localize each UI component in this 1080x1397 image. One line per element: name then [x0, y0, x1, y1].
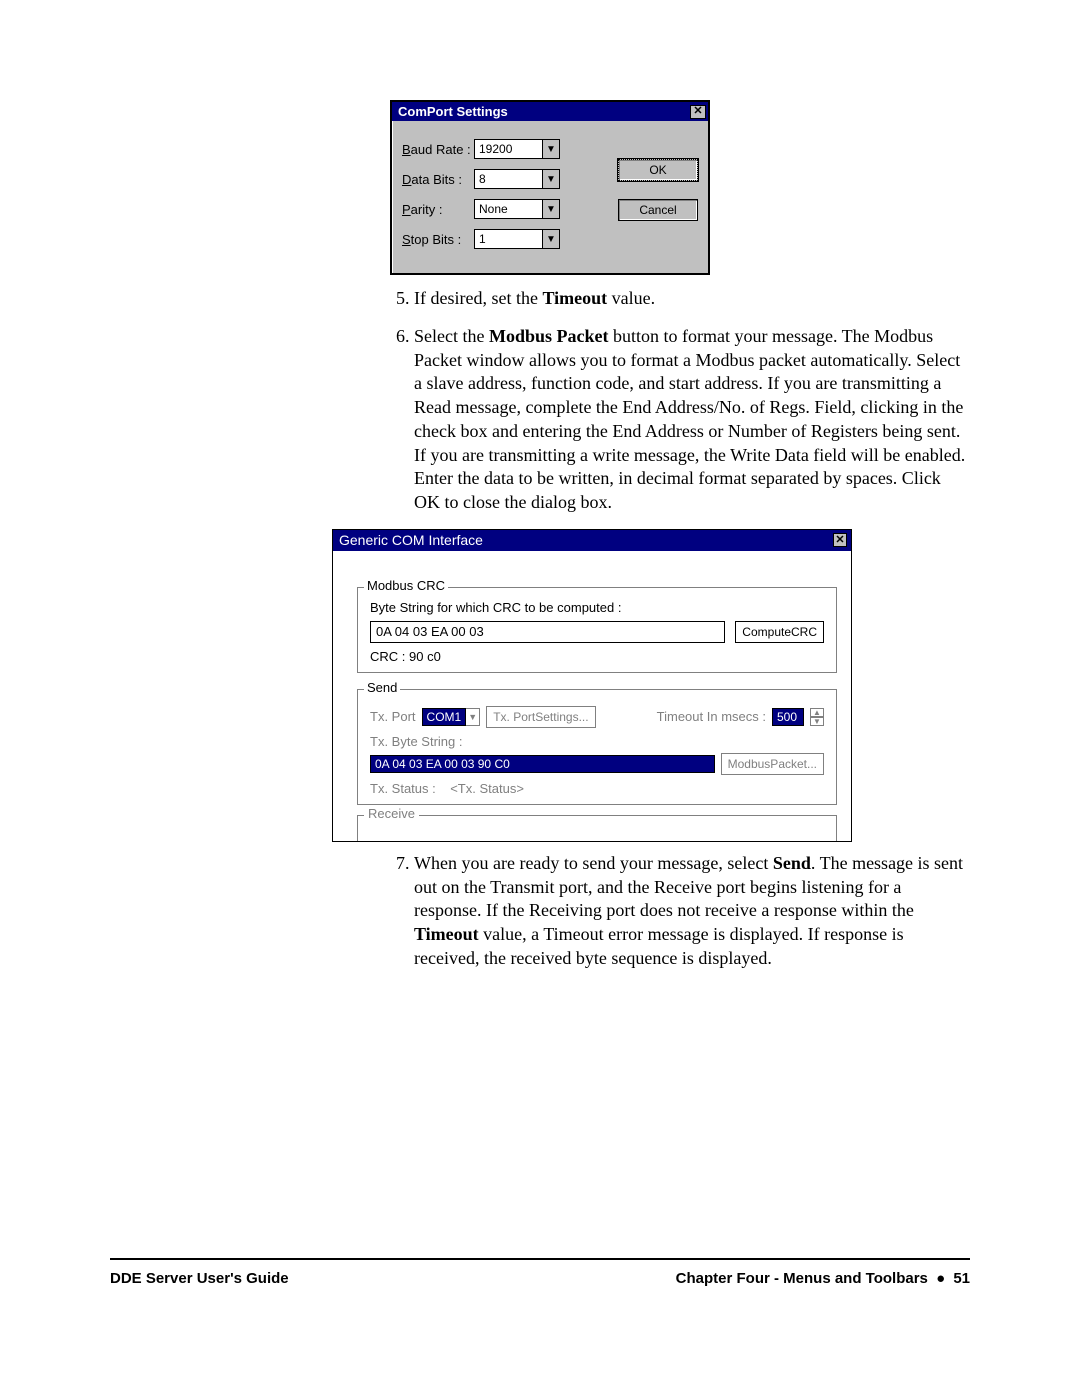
- receive-group: Receive: [357, 815, 837, 841]
- parity-input[interactable]: [474, 199, 542, 219]
- modbus-packet-button[interactable]: Modbus Packet...: [721, 753, 824, 775]
- group-legend: Modbus CRC: [364, 578, 448, 593]
- crc-result: CRC : 90 c0: [370, 649, 824, 664]
- chevron-down-icon[interactable]: ▼: [542, 229, 560, 249]
- chevron-down-icon[interactable]: ▼: [466, 708, 480, 726]
- chevron-down-icon[interactable]: ▼: [810, 717, 824, 726]
- tx-port-select[interactable]: COM1: [422, 708, 467, 726]
- timeout-label: Timeout In msecs :: [657, 709, 766, 724]
- footer-right: Chapter Four - Menus and Toolbars ● 51: [676, 1270, 970, 1287]
- dialog-titlebar[interactable]: ComPort Settings ✕: [392, 102, 708, 121]
- tx-byte-string-label: Tx. Byte String :: [370, 734, 824, 749]
- dialog-title: ComPort Settings: [398, 104, 508, 119]
- cancel-button[interactable]: Cancel: [618, 199, 698, 221]
- data-bits-input[interactable]: [474, 169, 542, 189]
- dialog-title: Generic COM Interface: [339, 532, 483, 548]
- crc-byte-string-input[interactable]: [370, 621, 725, 643]
- tx-status-value: <Tx. Status>: [450, 781, 524, 796]
- tx-byte-string-input[interactable]: 0A 04 03 EA 00 03 90 C0: [370, 755, 715, 773]
- generic-com-interface-dialog: Generic COM Interface ✕ Modbus CRC Byte …: [332, 529, 852, 842]
- crc-input-label: Byte String for which CRC to be computed…: [370, 600, 824, 615]
- chevron-down-icon[interactable]: ▼: [542, 199, 560, 219]
- dialog-titlebar[interactable]: Generic COM Interface ✕: [333, 530, 851, 551]
- group-legend: Send: [364, 680, 400, 695]
- timeout-spinner[interactable]: ▲▼: [810, 708, 824, 726]
- instruction-list-b: When you are ready to send your message,…: [390, 852, 970, 971]
- timeout-input[interactable]: 500: [772, 708, 804, 726]
- stop-bits-label: Stop Bits :: [402, 232, 474, 247]
- send-group: Send Tx. Port COM1 ▼ Tx. Port Settings..…: [357, 689, 837, 805]
- instruction-list-a: If desired, set the Timeout value. Selec…: [390, 287, 970, 515]
- compute-crc-button[interactable]: ComputeCRC: [735, 621, 824, 643]
- parity-label: Parity :: [402, 202, 474, 217]
- step-7: When you are ready to send your message,…: [414, 852, 970, 971]
- stop-bits-input[interactable]: [474, 229, 542, 249]
- chevron-up-icon[interactable]: ▲: [810, 708, 824, 717]
- baud-rate-input[interactable]: [474, 139, 542, 159]
- tx-port-label: Tx. Port: [370, 709, 416, 724]
- tx-port-settings-button[interactable]: Tx. Port Settings...: [486, 706, 595, 728]
- baud-rate-label: Baud Rate :: [402, 142, 474, 157]
- chevron-down-icon[interactable]: ▼: [542, 169, 560, 189]
- chevron-down-icon[interactable]: ▼: [542, 139, 560, 159]
- close-icon[interactable]: ✕: [833, 533, 847, 547]
- data-bits-label: Data Bits :: [402, 172, 474, 187]
- comport-settings-dialog: ComPort Settings ✕ Baud Rate : ▼ Data Bi…: [390, 100, 710, 275]
- modbus-crc-group: Modbus CRC Byte String for which CRC to …: [357, 587, 837, 673]
- page-footer: DDE Server User's Guide Chapter Four - M…: [110, 1258, 970, 1287]
- footer-left: DDE Server User's Guide: [110, 1270, 289, 1287]
- ok-button[interactable]: OK: [618, 159, 698, 181]
- tx-status-row: Tx. Status : <Tx. Status>: [370, 781, 824, 796]
- close-icon[interactable]: ✕: [690, 105, 706, 119]
- step-6: Select the Modbus Packet button to forma…: [414, 325, 970, 515]
- step-5: If desired, set the Timeout value.: [414, 287, 970, 311]
